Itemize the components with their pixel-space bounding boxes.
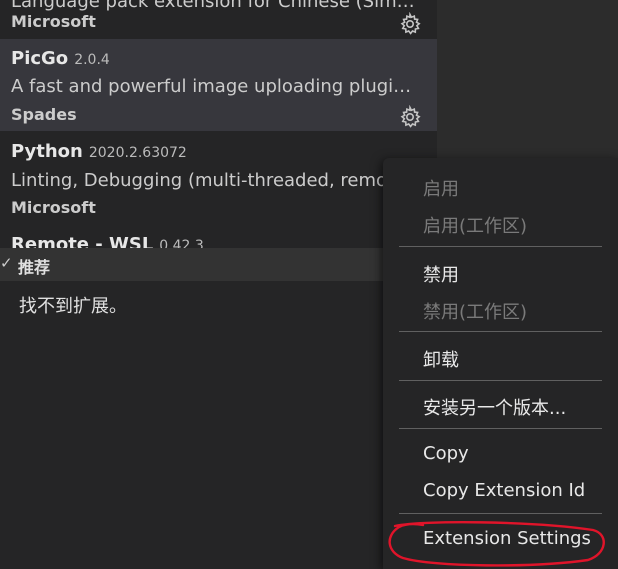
check-icon: ✓ xyxy=(0,254,13,272)
menu-separator xyxy=(399,513,602,514)
extension-item-picgo[interactable]: PicGo 2.0.4 A fast and powerful image upl… xyxy=(0,39,437,131)
menu-item-disable[interactable]: 禁用 xyxy=(423,261,459,287)
extension-version: 2.0.4 xyxy=(74,52,110,68)
extension-publisher: Microsoft xyxy=(11,198,96,217)
menu-item-extension-settings[interactable]: Extension Settings xyxy=(423,528,591,549)
recommended-section-body: 找不到扩展。 xyxy=(0,281,437,569)
extension-name-row: Python 2020.2.63072 xyxy=(11,141,187,162)
extension-description: Linting, Debugging (multi-threaded, remo… xyxy=(11,170,406,191)
extensions-list: Language pack extension for Chinese (Sim… xyxy=(0,0,437,248)
extension-version: 2020.2.63072 xyxy=(88,145,187,161)
menu-item-copy[interactable]: Copy xyxy=(423,443,469,464)
extension-description: A fast and powerful image uploading plug… xyxy=(11,76,421,97)
gear-icon[interactable] xyxy=(398,105,422,129)
menu-item-disable-workspace[interactable]: 禁用(工作区) xyxy=(423,298,527,324)
extension-item-remote-wsl[interactable]: Remote - WSL 0.42.3 xyxy=(0,223,437,248)
menu-item-install-another-version[interactable]: 安装另一个版本... xyxy=(423,394,566,420)
extension-name: PicGo xyxy=(11,48,69,69)
extension-item-python[interactable]: Python 2020.2.63072 Linting, Debugging (m… xyxy=(0,131,437,223)
extension-publisher: Microsoft xyxy=(11,12,96,31)
menu-item-uninstall[interactable]: 卸载 xyxy=(423,346,459,372)
menu-separator xyxy=(399,428,602,429)
extension-description: Language pack extension for Chinese (Sim… xyxy=(11,0,421,12)
menu-item-enable[interactable]: 启用 xyxy=(423,175,459,201)
empty-message: 找不到扩展。 xyxy=(19,296,127,317)
section-title: 推荐 xyxy=(18,258,51,277)
gear-icon[interactable] xyxy=(398,12,422,36)
context-menu: 启用 启用(工作区) 禁用 禁用(工作区) 卸载 安装另一个版本... Copy… xyxy=(383,158,618,569)
extension-name: Python xyxy=(11,141,83,162)
menu-separator xyxy=(399,246,602,247)
extension-version: 0.42.3 xyxy=(159,238,204,248)
menu-separator xyxy=(399,380,602,381)
extension-publisher: Spades xyxy=(11,105,77,124)
menu-item-enable-workspace[interactable]: 启用(工作区) xyxy=(423,212,527,238)
recommended-section-header[interactable]: ✓ 推荐 xyxy=(0,248,437,281)
menu-separator xyxy=(399,331,602,332)
extension-name-row: Remote - WSL 0.42.3 xyxy=(11,234,204,248)
extension-name: Remote - WSL xyxy=(11,234,154,248)
menu-item-copy-extension-id[interactable]: Copy Extension Id xyxy=(423,480,585,501)
extension-name-row: PicGo 2.0.4 xyxy=(11,48,110,69)
